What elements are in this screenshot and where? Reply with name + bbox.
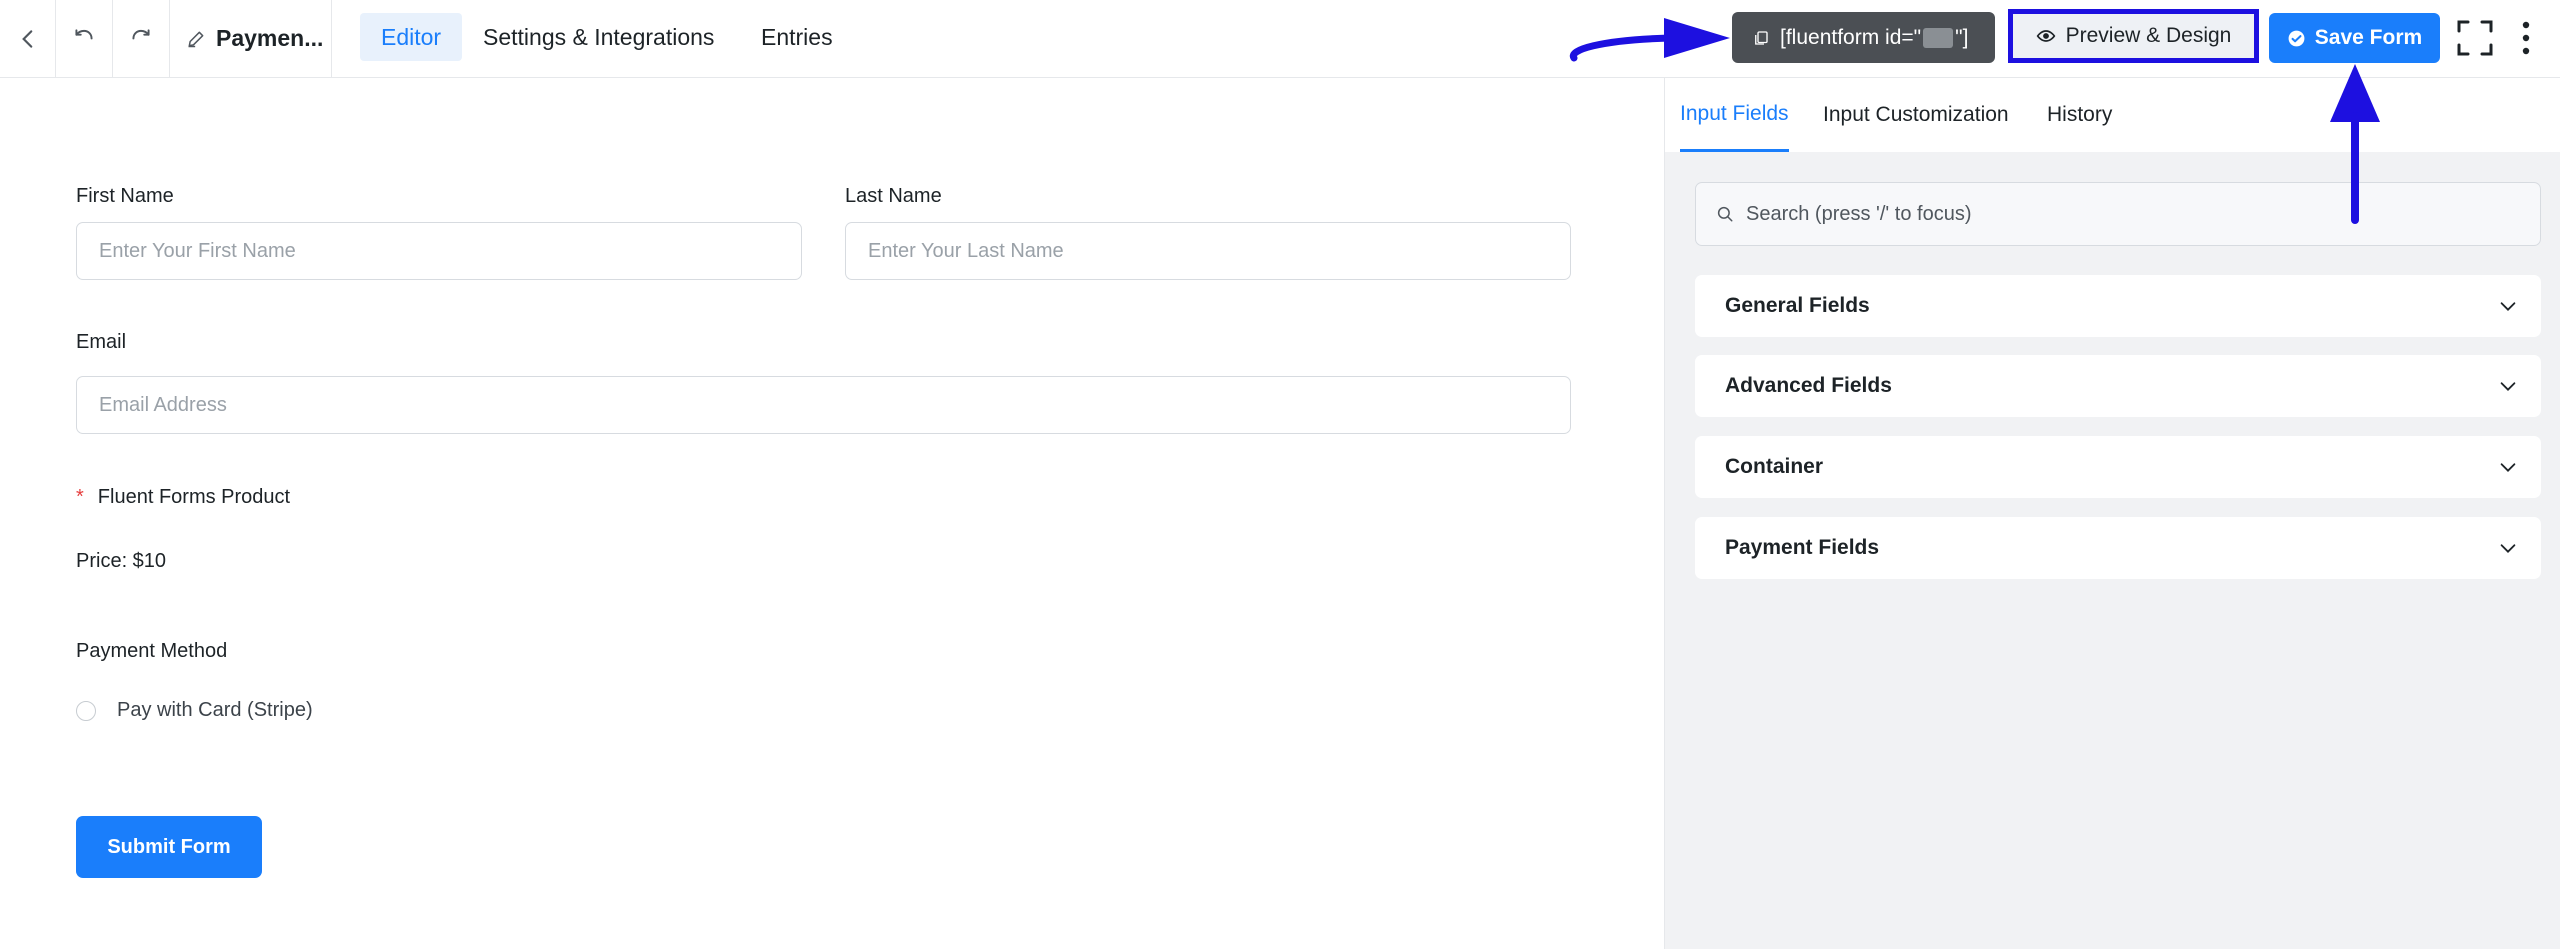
search-placeholder: Search (press '/' to focus) — [1746, 202, 1972, 225]
tab-entries[interactable]: Entries — [740, 13, 854, 61]
undo-icon — [75, 28, 93, 39]
tab-editor[interactable]: Editor — [360, 13, 463, 61]
check-circle-icon — [2288, 30, 2305, 46]
form-title-text: Paymen... — [216, 25, 324, 51]
chevron-down-icon — [2500, 463, 2516, 472]
payment-method-radio-stripe[interactable] — [76, 701, 96, 721]
tab-input-customization[interactable]: Input Customization — [1823, 78, 2009, 152]
shortcode-copy-button[interactable]: [fluentform id=" "] — [1732, 12, 1995, 63]
section-payment-fields[interactable]: Payment Fields — [1695, 517, 2541, 579]
payment-method-label: Payment Method — [76, 640, 228, 662]
payment-method-option-label[interactable]: Pay with Card (Stripe) — [117, 699, 313, 722]
section-general-fields[interactable]: General Fields — [1695, 275, 2541, 337]
submit-form-button[interactable]: Submit Form — [76, 816, 262, 878]
redo-icon — [132, 28, 150, 39]
panel-tabs: Input Fields Input Customization History — [1665, 78, 2560, 152]
more-options-button[interactable] — [2514, 19, 2538, 57]
annotation-arrow-shortcode — [1569, 18, 1730, 62]
fullscreen-button[interactable] — [2456, 19, 2494, 57]
first-name-input[interactable]: Enter Your First Name — [76, 222, 802, 280]
redacted-form-id — [1923, 27, 1954, 48]
email-label: Email — [76, 331, 127, 353]
fullscreen-icon — [2457, 20, 2493, 56]
section-container[interactable]: Container — [1695, 436, 2541, 498]
copy-icon — [1755, 30, 1768, 45]
eye-icon — [2036, 30, 2055, 42]
form-title[interactable]: Paymen... — [170, 0, 332, 77]
search-icon — [1717, 206, 1733, 222]
section-advanced-fields[interactable]: Advanced Fields — [1695, 355, 2541, 417]
back-button[interactable] — [0, 0, 56, 77]
save-form-button[interactable]: Save Form — [2269, 13, 2440, 63]
undo-button[interactable] — [56, 0, 113, 77]
chevron-left-icon — [21, 29, 32, 48]
preview-design-button[interactable]: Preview & Design — [2008, 9, 2259, 63]
edit-pencil-icon — [188, 31, 204, 47]
required-asterisk: * — [76, 486, 84, 508]
field-search-input[interactable]: Search (press '/' to focus) — [1695, 182, 2541, 246]
chevron-down-icon — [2500, 544, 2516, 553]
product-label: * Fluent Forms Product — [76, 486, 291, 508]
tab-settings-integrations[interactable]: Settings & Integrations — [462, 13, 735, 61]
annotation-arrow-save — [2330, 64, 2380, 224]
last-name-input[interactable]: Enter Your Last Name — [845, 222, 1571, 280]
top-toolbar: Paymen... Editor Settings & Integrations… — [0, 0, 2560, 78]
last-name-label: Last Name — [845, 185, 942, 207]
email-input[interactable]: Email Address — [76, 376, 1571, 434]
fields-panel: Input Fields Input Customization History… — [1664, 78, 2560, 949]
shortcode-text: [fluentform id=" "] — [1780, 25, 1969, 49]
first-name-label: First Name — [76, 185, 174, 207]
chevron-down-icon — [2500, 302, 2516, 311]
chevron-down-icon — [2500, 382, 2516, 391]
tab-input-fields[interactable]: Input Fields — [1680, 78, 1789, 152]
product-price: Price: $10 — [76, 550, 167, 572]
tab-history[interactable]: History — [2047, 78, 2112, 152]
more-vertical-icon — [2522, 21, 2530, 55]
redo-button[interactable] — [113, 0, 170, 77]
